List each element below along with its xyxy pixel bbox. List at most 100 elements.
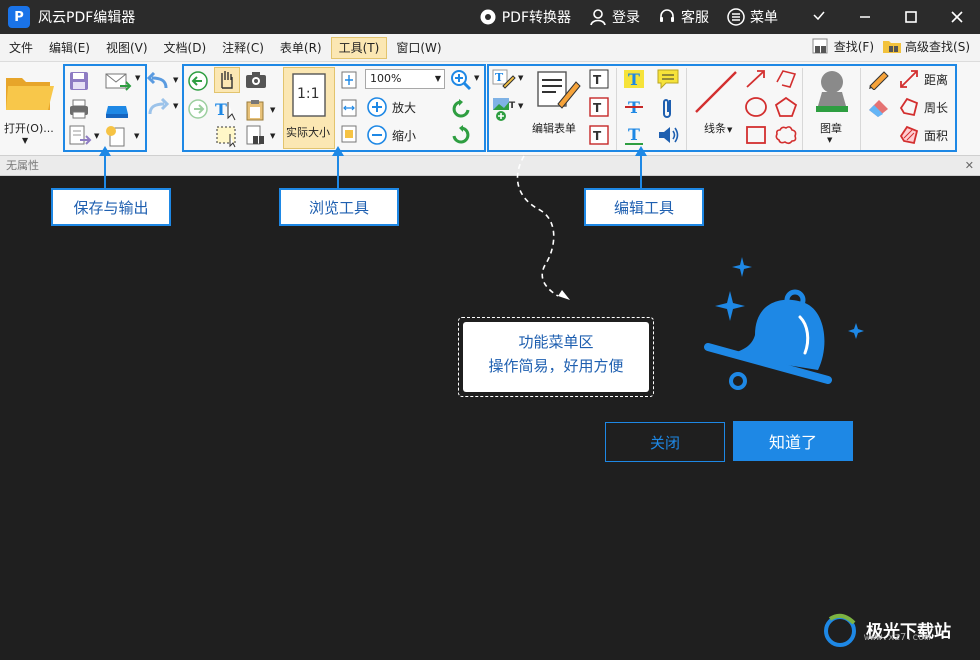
edit-text-tool-button[interactable]: T xyxy=(491,68,517,95)
export-icon xyxy=(69,125,92,145)
menu-window[interactable]: 窗口(W) xyxy=(389,37,448,59)
area-select-button[interactable] xyxy=(214,124,240,151)
line-tool-button[interactable] xyxy=(692,68,740,119)
cloud-tool-button[interactable] xyxy=(774,124,798,149)
edit-text-dropdown-icon[interactable]: ▼ xyxy=(518,74,523,82)
zoom-in-button[interactable]: 放大 xyxy=(366,96,416,118)
zoom-out-button[interactable]: 缩小 xyxy=(366,124,416,146)
callout-text-button[interactable]: T xyxy=(588,124,610,149)
distance-tool-button[interactable]: 距离 xyxy=(898,68,948,90)
back-button[interactable] xyxy=(187,70,209,95)
actual-size-glyph: 1:1 xyxy=(297,86,320,102)
redo-dropdown-icon[interactable]: ▼ xyxy=(173,102,178,110)
highlight-text-button[interactable]: T xyxy=(622,68,646,93)
svg-text:T: T xyxy=(593,101,602,115)
menu-form[interactable]: 表单(R) xyxy=(273,37,329,59)
actual-size-button[interactable]: 1:1 实际大小 xyxy=(283,67,335,149)
service-label: 客服 xyxy=(681,10,709,26)
open-dropdown-icon[interactable]: ▼ xyxy=(22,136,28,145)
edit-form-button[interactable] xyxy=(534,68,582,115)
menu-edit[interactable]: 编辑(E) xyxy=(42,37,97,59)
strikeout-button[interactable]: T xyxy=(622,96,646,121)
menu-file[interactable]: 文件 xyxy=(2,37,40,59)
zoom-tool-button[interactable] xyxy=(450,69,474,94)
close-window-button[interactable] xyxy=(934,0,980,34)
main-menu-button[interactable]: 菜单 xyxy=(727,7,778,27)
export-dropdown-icon[interactable]: ▼ xyxy=(94,132,99,140)
scanner-icon xyxy=(106,106,128,118)
eraser-tool-button[interactable] xyxy=(866,96,892,121)
stamp-button[interactable] xyxy=(810,68,854,119)
undo-dropdown-icon[interactable]: ▼ xyxy=(173,76,178,84)
new-dropdown-icon[interactable]: ▼ xyxy=(134,132,139,140)
property-bar-close-icon[interactable]: ✕ xyxy=(965,156,974,176)
save-button[interactable] xyxy=(68,70,90,95)
lines-dropdown-icon[interactable]: ▼ xyxy=(727,126,732,134)
snapshot-button[interactable] xyxy=(244,70,268,93)
email-button[interactable] xyxy=(104,70,132,95)
login-button[interactable]: 登录 xyxy=(589,7,640,27)
rectangle-icon xyxy=(746,126,766,144)
watermark: 极光下载站 www.xz7.com xyxy=(820,604,970,654)
advanced-find-button[interactable]: 高级查找(S) xyxy=(882,37,970,55)
polygon-tool-button[interactable] xyxy=(774,96,798,121)
menu-document[interactable]: 文档(D) xyxy=(157,37,214,59)
menu-comment[interactable]: 注释(C) xyxy=(215,37,271,59)
page-tool-dropdown-icon[interactable]: ▼ xyxy=(270,132,275,140)
rectangle-tool-button[interactable] xyxy=(744,124,768,149)
rotate-ccw-button[interactable] xyxy=(450,98,472,123)
text-box-button[interactable]: T xyxy=(588,96,610,121)
stamp-dropdown-icon[interactable]: ▼ xyxy=(827,136,832,144)
page-search-icon xyxy=(246,125,264,145)
note-button[interactable] xyxy=(656,68,680,93)
forward-button[interactable] xyxy=(187,98,209,123)
print-button[interactable] xyxy=(68,98,90,123)
polyline-tool-button[interactable] xyxy=(774,68,798,93)
redo-button[interactable] xyxy=(146,97,170,121)
feature-title: 功能菜单区 xyxy=(518,333,594,351)
maximize-button[interactable] xyxy=(888,0,934,34)
converter-icon xyxy=(480,9,496,25)
pentagon-icon xyxy=(774,96,798,117)
menu-tools[interactable]: 工具(T) xyxy=(330,36,388,59)
zoom-tool-dropdown-icon[interactable]: ▼ xyxy=(474,74,479,82)
area-tool-button[interactable]: 面积 xyxy=(898,124,948,146)
attach-file-button[interactable] xyxy=(660,96,676,123)
zoom-dropdown-icon: ▼ xyxy=(434,74,441,83)
highlight-icon: T xyxy=(624,70,644,89)
edit-image-dropdown-icon[interactable]: ▼ xyxy=(518,102,523,110)
rotate-cw-button[interactable] xyxy=(450,124,472,149)
arrow-tool-button[interactable] xyxy=(744,68,768,93)
export-button[interactable] xyxy=(68,124,92,151)
ellipse-tool-button[interactable] xyxy=(744,96,768,121)
zoom-select[interactable]: 100% ▼ xyxy=(365,69,445,89)
undo-button[interactable] xyxy=(146,71,170,95)
fit-page-button[interactable] xyxy=(340,70,358,93)
pdf-converter-button[interactable]: PDF转换器 xyxy=(479,7,571,27)
paste-button[interactable] xyxy=(244,98,266,125)
paste-dropdown-icon[interactable]: ▼ xyxy=(270,106,275,114)
perimeter-label: 周长 xyxy=(924,100,949,115)
email-dropdown-icon[interactable]: ▼ xyxy=(135,74,140,82)
page-tool-button[interactable] xyxy=(244,124,268,151)
restore-down-button[interactable] xyxy=(796,0,842,34)
hand-tool-button[interactable] xyxy=(214,67,240,93)
menu-view[interactable]: 视图(V) xyxy=(99,37,155,59)
scan-button[interactable] xyxy=(104,98,130,123)
area-label: 面积 xyxy=(924,128,949,143)
minimize-button[interactable] xyxy=(842,0,888,34)
perimeter-tool-button[interactable]: 周长 xyxy=(898,96,948,118)
fit-width-button[interactable] xyxy=(340,98,358,121)
find-button[interactable]: 查找(F) xyxy=(811,37,874,55)
svg-text:T: T xyxy=(495,71,504,84)
callout-line-browse xyxy=(337,152,339,188)
fit-visible-button[interactable] xyxy=(340,124,358,147)
select-text-button[interactable]: T xyxy=(214,98,240,125)
got-it-button[interactable]: 知道了 xyxy=(733,421,853,461)
service-button[interactable]: 客服 xyxy=(658,7,709,27)
edit-image-tool-button[interactable]: T xyxy=(491,96,519,125)
sound-button[interactable] xyxy=(656,124,680,149)
text-field-button[interactable]: T xyxy=(588,68,610,93)
pencil-tool-button[interactable] xyxy=(866,68,892,93)
close-guide-button[interactable]: 关闭 xyxy=(605,422,725,462)
